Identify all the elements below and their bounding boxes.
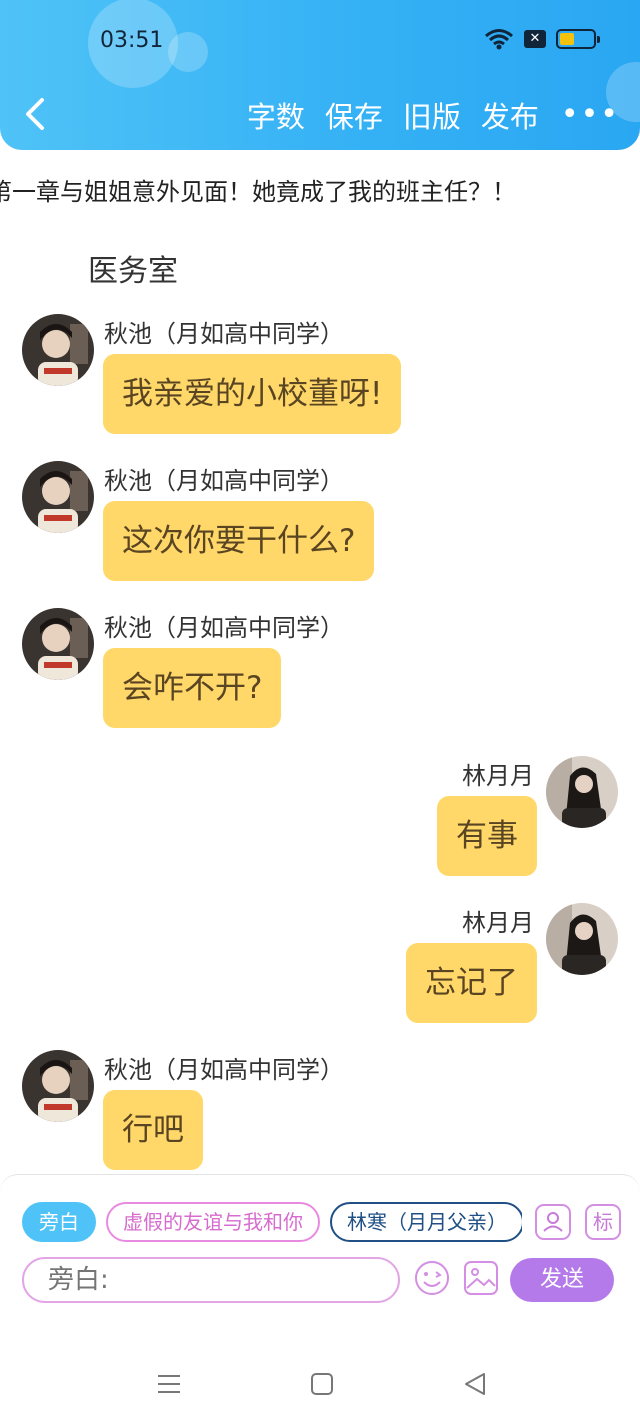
sender-name: 秋池（月如高中同学） xyxy=(104,1056,344,1084)
battery-level xyxy=(560,33,574,45)
role-chip-linhan[interactable]: 林寒（月月父亲） xyxy=(330,1202,522,1242)
person-card-icon[interactable] xyxy=(535,1204,571,1240)
top-bar: 03:51 ✕ 字数 保存 旧版 发布 ••• xyxy=(0,0,640,150)
status-icons: ✕ xyxy=(484,28,600,50)
avatar-linyueyue[interactable] xyxy=(546,903,618,975)
role-selector: 旁白 虚假的友谊与我和你 林寒（月月父亲） xyxy=(22,1202,522,1244)
back-button[interactable] xyxy=(20,94,50,134)
message-bubble[interactable]: 我亲爱的小校董呀! xyxy=(103,354,402,434)
message-bubble[interactable]: 忘记了 xyxy=(406,943,537,1023)
sender-name: 林月月 xyxy=(462,762,534,790)
decoration-bubble xyxy=(168,32,208,72)
old-version-button[interactable]: 旧版 xyxy=(403,94,461,136)
message-bubble[interactable]: 会咋不开? xyxy=(103,648,282,728)
chapter-title-bar: 第一章与姐姐意外见面！她竟成了我的班主任？！ xyxy=(0,168,640,208)
no-sim-icon: ✕ xyxy=(524,30,546,48)
message-bubble[interactable]: 这次你要干什么? xyxy=(103,501,375,581)
wifi-icon xyxy=(485,29,513,50)
back-icon[interactable] xyxy=(463,1372,487,1396)
battery-icon xyxy=(556,29,600,49)
sender-name: 秋池（月如高中同学） xyxy=(104,467,344,495)
composer-panel: 旁白虚假的友谊与我和你林寒（月月父亲） 标 发送 xyxy=(0,1174,640,1344)
smiley-icon[interactable] xyxy=(413,1259,451,1297)
status-time: 03:51 xyxy=(100,28,164,53)
home-icon[interactable] xyxy=(310,1372,334,1396)
avatar-qiuchi[interactable] xyxy=(22,608,94,680)
save-button[interactable]: 保存 xyxy=(325,94,383,136)
publish-button[interactable]: 发布 xyxy=(481,94,539,136)
system-navigation-bar xyxy=(0,1344,640,1423)
toolbar-actions: 字数 保存 旧版 发布 ••• xyxy=(227,94,620,136)
send-button[interactable]: 发送 xyxy=(510,1258,614,1302)
message-input[interactable] xyxy=(22,1257,400,1303)
sender-name: 秋池（月如高中同学） xyxy=(104,320,344,348)
message-bubble[interactable]: 有事 xyxy=(437,796,537,876)
word-count-button[interactable]: 字数 xyxy=(247,94,305,136)
menu-icon[interactable] xyxy=(157,1372,181,1396)
image-icon[interactable] xyxy=(462,1259,500,1297)
more-icon[interactable]: ••• xyxy=(561,100,620,130)
sender-name: 秋池（月如高中同学） xyxy=(104,614,344,642)
sender-name: 林月月 xyxy=(462,909,534,937)
avatar-linyueyue[interactable] xyxy=(546,756,618,828)
chapter-title: 第一章与姐姐意外见面！她竟成了我的班主任？！ xyxy=(0,178,516,206)
avatar-qiuchi[interactable] xyxy=(22,1050,94,1122)
avatar-qiuchi[interactable] xyxy=(22,314,94,386)
tag-button[interactable]: 标 xyxy=(585,1204,621,1240)
avatar-qiuchi[interactable] xyxy=(22,461,94,533)
scene-location: 医务室 xyxy=(88,254,178,289)
role-chip-group[interactable]: 虚假的友谊与我和你 xyxy=(106,1202,320,1242)
message-bubble[interactable]: 行吧 xyxy=(103,1090,203,1170)
role-chip-narrator[interactable]: 旁白 xyxy=(22,1202,96,1242)
